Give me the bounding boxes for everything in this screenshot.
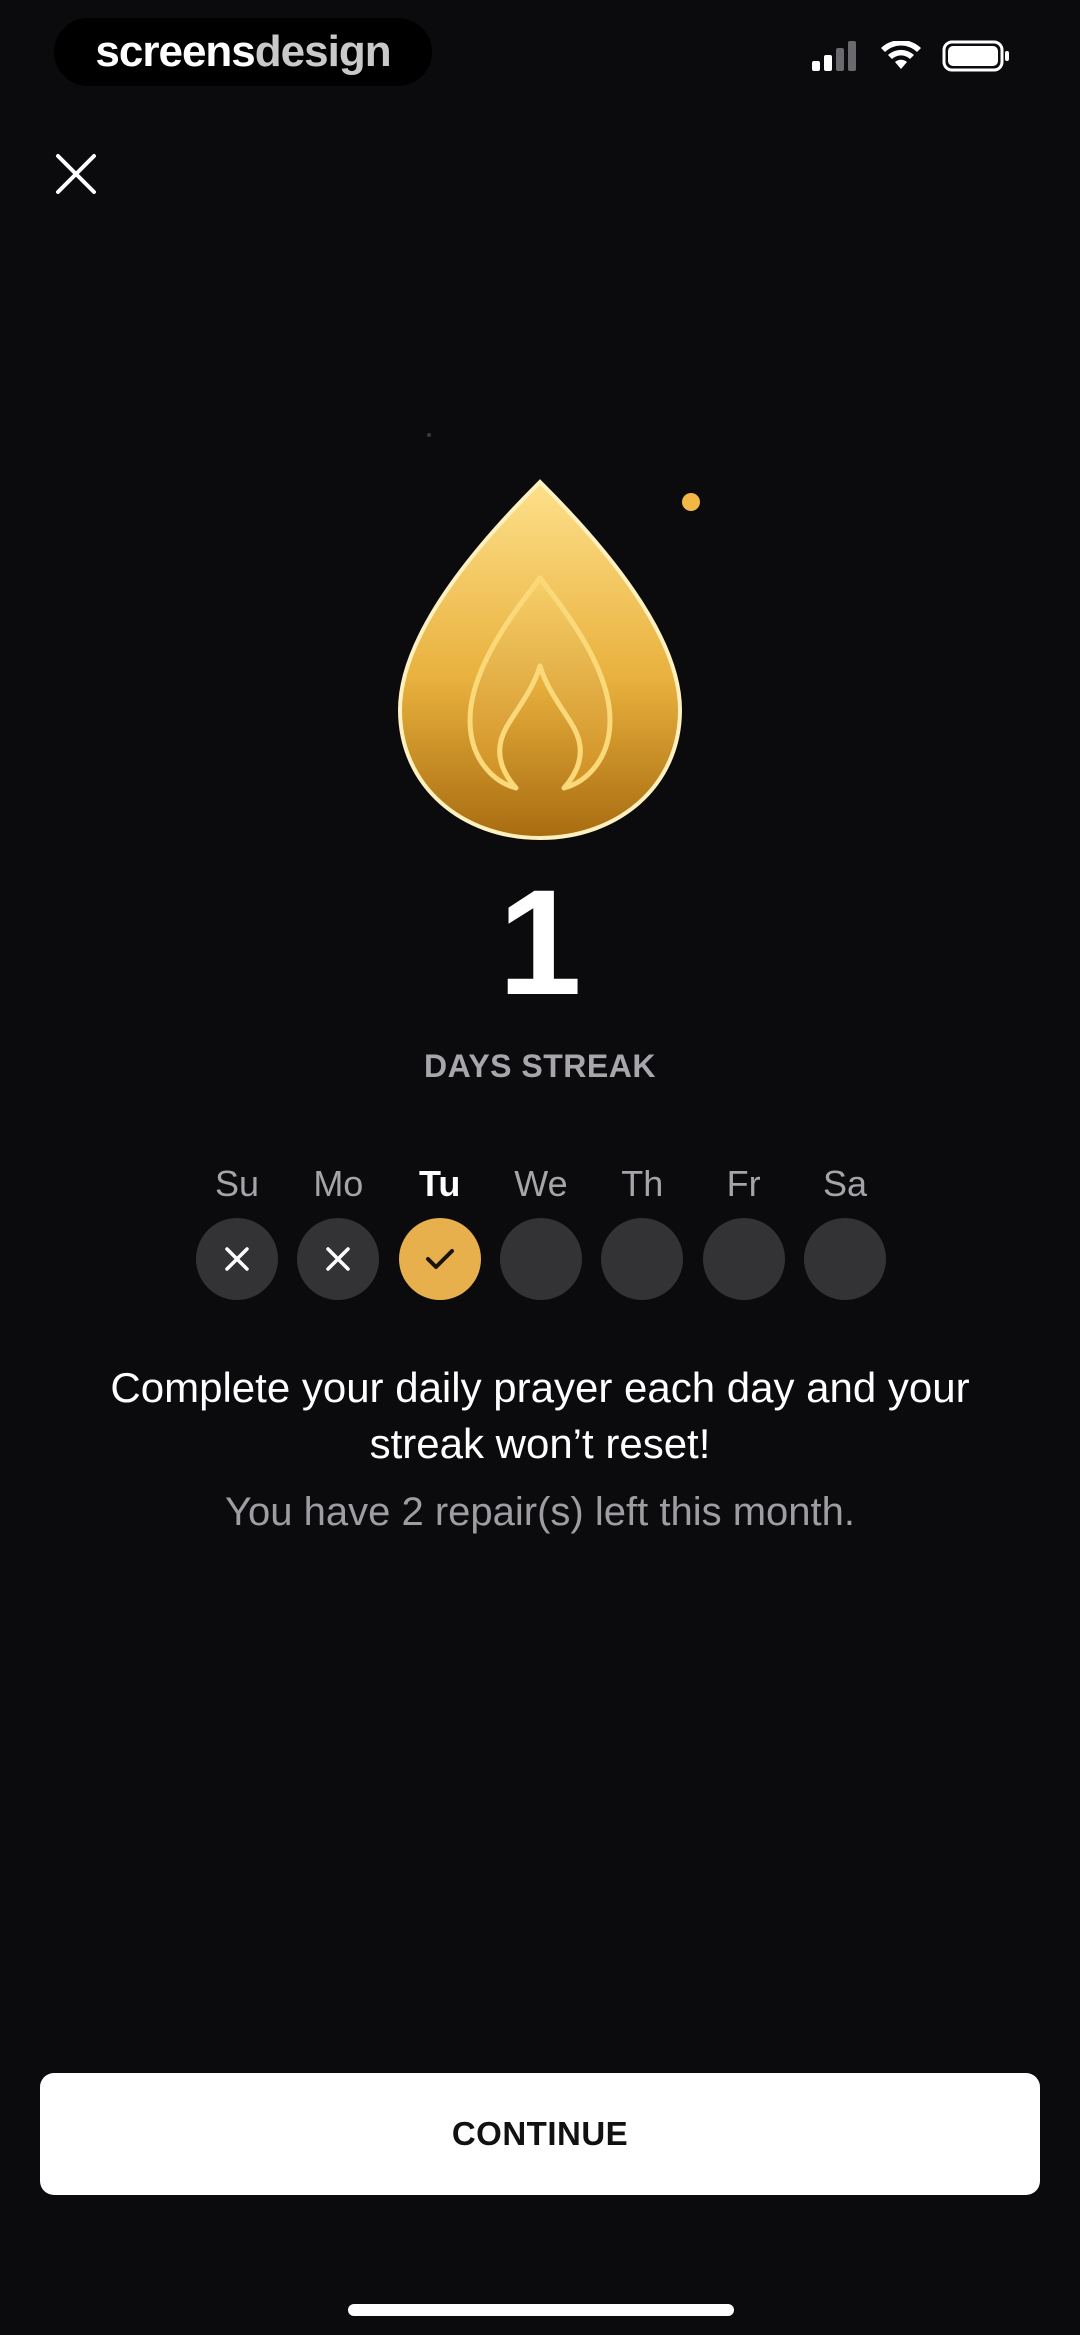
day-thursday: Th: [601, 1160, 684, 1300]
close-button[interactable]: [46, 144, 106, 204]
day-saturday: Sa: [803, 1160, 886, 1300]
day-status-pending: [601, 1218, 684, 1300]
day-label: Mo: [313, 1163, 364, 1204]
repairs-remaining-text: You have 2 repair(s) left this month.: [225, 1490, 855, 1534]
day-label: Fr: [726, 1163, 761, 1204]
x-icon: [326, 1247, 351, 1271]
day-label: Tu: [419, 1163, 461, 1204]
battery-icon: [942, 40, 1009, 72]
day-tuesday: Tu: [398, 1160, 481, 1300]
streak-label: DAYS STREAK: [424, 1048, 656, 1084]
wifi-icon: [881, 41, 921, 69]
checkmark-icon: [425, 1249, 454, 1269]
continue-button[interactable]: CONTINUE: [40, 2073, 1040, 2195]
week-tracker: Su Mo Tu We Th Fr Sa: [196, 1160, 886, 1300]
x-icon: [225, 1247, 249, 1271]
status-bar: [812, 40, 1012, 72]
screensdesign-watermark: screens design: [54, 18, 432, 86]
day-status-missed: [297, 1218, 380, 1300]
close-icon: [56, 154, 96, 194]
day-status-missed: [196, 1218, 278, 1300]
day-status-done: [398, 1218, 481, 1300]
home-indicator: [348, 2304, 734, 2316]
day-wednesday: We: [499, 1160, 582, 1300]
day-label: Su: [214, 1163, 260, 1204]
day-status-pending: [702, 1218, 785, 1300]
flame-icon: [397, 479, 683, 841]
streak-count: 1: [498, 858, 582, 1026]
day-sunday: Su: [196, 1160, 278, 1300]
watermark-part-2: design: [254, 27, 392, 76]
day-monday: Mo: [297, 1160, 380, 1300]
day-label: Sa: [822, 1163, 867, 1204]
day-label: We: [514, 1163, 568, 1204]
streak-message: Complete your daily prayer each day and …: [110, 1364, 970, 1467]
day-status-pending: [803, 1218, 886, 1300]
decorative-dot: [427, 433, 431, 437]
watermark-part-1: screens: [95, 27, 255, 76]
signal-icon: [812, 41, 856, 71]
day-status-pending: [499, 1218, 582, 1300]
day-label: Th: [621, 1163, 664, 1204]
day-friday: Fr: [702, 1160, 785, 1300]
